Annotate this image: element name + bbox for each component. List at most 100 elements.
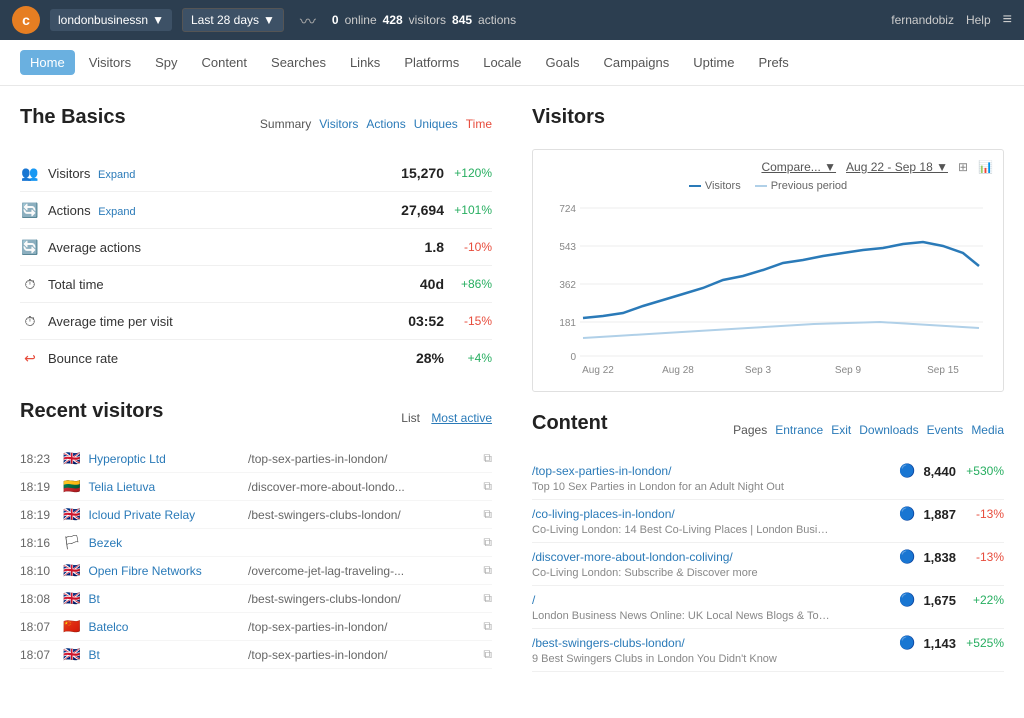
visitor-detail-icon[interactable]: ⧉ — [483, 619, 492, 634]
visitor-name-link[interactable]: Open Fibre Networks — [88, 564, 240, 578]
svg-text:Sep 3: Sep 3 — [745, 365, 772, 376]
chart-legend: Visitors Previous period — [543, 180, 993, 192]
top-nav-right: fernandobiz Help ≡ — [891, 11, 1012, 29]
recent-visitors-section: Recent visitors List Most active 18:23 🇬… — [20, 400, 492, 669]
export-icon[interactable]: ⊞ — [958, 160, 968, 174]
svg-text:Sep 15: Sep 15 — [927, 365, 959, 376]
basics-header: The Basics Summary Visitors Actions Uniq… — [20, 106, 492, 141]
content-header: Content Pages Entrance Exit Downloads Ev… — [532, 412, 1004, 447]
visitor-name-link[interactable]: Batelco — [88, 620, 240, 634]
actions-expand-link[interactable]: Expand — [98, 206, 135, 218]
content-url-link[interactable]: / — [532, 593, 535, 607]
content-url-link[interactable]: /co-living-places-in-london/ — [532, 507, 675, 521]
nav-home[interactable]: Home — [20, 50, 75, 75]
visitor-detail-icon[interactable]: ⧉ — [483, 507, 492, 522]
content-url-link[interactable]: /top-sex-parties-in-london/ — [532, 464, 671, 478]
visitor-row: 18:16 🏳 Bezek ⧉ — [20, 529, 492, 557]
main-container: Home Visitors Spy Content Searches Links… — [0, 40, 1024, 718]
user-link[interactable]: fernandobiz — [891, 13, 954, 27]
svg-text:362: 362 — [559, 280, 576, 291]
content-page-icon: 🔵 — [899, 635, 915, 651]
date-range-selector-chart[interactable]: Aug 22 - Sep 18 ▼ — [846, 160, 948, 174]
basics-title: The Basics — [20, 106, 126, 129]
tab-exit[interactable]: Exit — [831, 423, 851, 437]
nav-visitors[interactable]: Visitors — [79, 50, 141, 75]
bounce-icon: ↩ — [20, 348, 40, 368]
visitor-detail-icon[interactable]: ⧉ — [483, 647, 492, 662]
visitor-detail-icon[interactable]: ⧉ — [483, 563, 492, 578]
chart-type-icon[interactable]: 📊 — [978, 160, 993, 174]
content-grid: The Basics Summary Visitors Actions Uniq… — [0, 86, 1024, 672]
content-url-link[interactable]: /discover-more-about-london-coliving/ — [532, 550, 733, 564]
site-selector[interactable]: londonbusinessn ▼ — [50, 9, 172, 31]
nav-uptime[interactable]: Uptime — [683, 50, 744, 75]
tab-actions[interactable]: Actions — [366, 117, 405, 131]
content-row: /discover-more-about-london-coliving/ 🔵 … — [532, 543, 1004, 586]
tab-time[interactable]: Time — [466, 117, 492, 131]
nav-prefs[interactable]: Prefs — [748, 50, 798, 75]
recent-visitors-tabs: List Most active — [401, 411, 492, 425]
dropdown-arrow-icon: ▼ — [263, 13, 275, 27]
avg-time-icon: ⏱ — [20, 311, 40, 331]
help-link[interactable]: Help — [966, 13, 991, 27]
visitor-name-link[interactable]: Telia Lietuva — [88, 480, 240, 494]
visitor-detail-icon[interactable]: ⧉ — [483, 451, 492, 466]
tab-visitors[interactable]: Visitors — [319, 117, 358, 131]
top-navigation: c londonbusinessn ▼ Last 28 days ▼ 〰 0 o… — [0, 0, 1024, 40]
basics-row-bounce: ↩ Bounce rate 28% +4% — [20, 340, 492, 376]
content-page-icon: 🔵 — [899, 506, 915, 522]
tab-downloads[interactable]: Downloads — [859, 423, 918, 437]
content-section: Content Pages Entrance Exit Downloads Ev… — [532, 412, 1004, 672]
svg-text:Aug 28: Aug 28 — [662, 365, 694, 376]
content-row: /top-sex-parties-in-london/ 🔵 8,440 +530… — [532, 457, 1004, 500]
nav-spy[interactable]: Spy — [145, 50, 187, 75]
tab-entrance[interactable]: Entrance — [775, 423, 823, 437]
nav-links[interactable]: Links — [340, 50, 390, 75]
chart-toggle-button[interactable]: 〰 — [294, 6, 322, 34]
visitor-detail-icon[interactable]: ⧉ — [483, 479, 492, 494]
nav-platforms[interactable]: Platforms — [394, 50, 469, 75]
nav-goals[interactable]: Goals — [536, 50, 590, 75]
visitor-name-link[interactable]: Bezek — [89, 536, 240, 550]
basics-row-visitors: 👥 Visitors Expand 15,270 +120% — [20, 155, 492, 192]
visitor-name-link[interactable]: Hyperoptic Ltd — [88, 452, 240, 466]
actions-icon: 🔄 — [20, 200, 40, 220]
nav-searches[interactable]: Searches — [261, 50, 336, 75]
most-active-link[interactable]: Most active — [431, 411, 492, 425]
content-rows: /top-sex-parties-in-london/ 🔵 8,440 +530… — [532, 457, 1004, 672]
left-column: The Basics Summary Visitors Actions Uniq… — [20, 86, 512, 672]
content-page-icon: 🔵 — [899, 592, 915, 608]
sub-navigation: Home Visitors Spy Content Searches Links… — [0, 40, 1024, 86]
content-tabs: Pages Entrance Exit Downloads Events Med… — [733, 423, 1004, 437]
basics-tabs: Summary Visitors Actions Uniques Time — [260, 117, 492, 131]
tab-uniques[interactable]: Uniques — [414, 117, 458, 131]
online-count: 0 — [332, 13, 339, 27]
compare-selector[interactable]: Compare... ▼ — [761, 160, 836, 174]
visitor-detail-icon[interactable]: ⧉ — [483, 535, 492, 550]
visitors-expand-link[interactable]: Expand — [98, 169, 135, 181]
visitor-row: 18:07 🇬🇧 Bt /top-sex-parties-in-london/ … — [20, 641, 492, 669]
visitor-name-link[interactable]: Icloud Private Relay — [88, 508, 240, 522]
content-row: / 🔵 1,675 +22% London Business News Onli… — [532, 586, 1004, 629]
actions-count: 845 — [452, 13, 472, 27]
visitor-detail-icon[interactable]: ⧉ — [483, 591, 492, 606]
site-name: londonbusinessn — [58, 13, 148, 27]
tab-media[interactable]: Media — [971, 423, 1004, 437]
visitor-row: 18:19 🇬🇧 Icloud Private Relay /best-swin… — [20, 501, 492, 529]
basics-rows: 👥 Visitors Expand 15,270 +120% 🔄 Actions… — [20, 155, 492, 376]
nav-campaigns[interactable]: Campaigns — [594, 50, 680, 75]
nav-locale[interactable]: Locale — [473, 50, 531, 75]
menu-icon[interactable]: ≡ — [1003, 11, 1012, 29]
visitors-chart-section: Visitors Compare... ▼ Aug 22 - Sep 18 ▼ … — [532, 106, 1004, 392]
nav-content[interactable]: Content — [191, 50, 257, 75]
content-url-link[interactable]: /best-swingers-clubs-london/ — [532, 636, 685, 650]
chart-title: Visitors — [532, 106, 605, 129]
summary-label: Summary — [260, 117, 311, 131]
content-page-icon: 🔵 — [899, 463, 915, 479]
logo: c — [12, 6, 40, 34]
visitors-count: 428 — [383, 13, 403, 27]
visitor-name-link[interactable]: Bt — [88, 648, 240, 662]
tab-events[interactable]: Events — [927, 423, 964, 437]
visitor-name-link[interactable]: Bt — [88, 592, 240, 606]
date-range-selector[interactable]: Last 28 days ▼ — [182, 8, 284, 32]
